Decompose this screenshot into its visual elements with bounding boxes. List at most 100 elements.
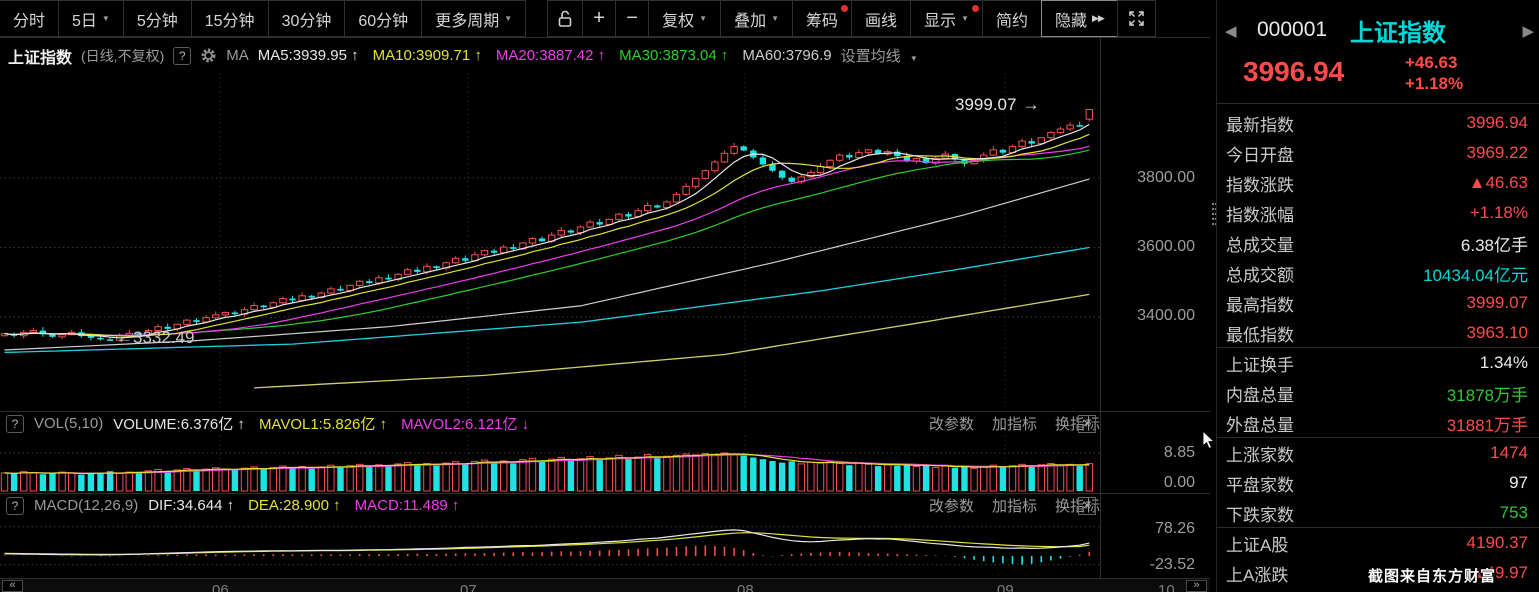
candlestick-chart[interactable] xyxy=(0,73,1100,411)
close-icon[interactable]: ✕ xyxy=(1078,497,1096,515)
quote-row: 最新指数3996.94 xyxy=(1217,108,1539,138)
low-price-annotation: ←3332.49 xyxy=(116,328,194,348)
quote-row: 最高指数3999.07 xyxy=(1217,288,1539,318)
chevron-down-icon: ▼ xyxy=(910,54,918,63)
ma-settings-button[interactable]: 设置均线 ▼ xyxy=(841,45,918,66)
quote-label: 上A涨跌 xyxy=(1226,561,1288,586)
tool-button-5[interactable]: 简约 xyxy=(982,0,1042,37)
zoom-out-button[interactable]: − xyxy=(615,0,649,37)
price-axis-tick: 3400.00 xyxy=(1100,307,1202,325)
quote-row: 总成交额10434.04亿元 xyxy=(1217,258,1539,288)
period-button-0[interactable]: 分时 xyxy=(0,0,59,37)
quote-label: 上证A股 xyxy=(1226,531,1288,556)
help-icon[interactable]: ? xyxy=(173,47,191,65)
stock-name: 上证指数 xyxy=(1350,13,1446,48)
chart-toolbar: 分时5日▼5分钟15分钟30分钟60分钟更多周期▼ + − 复权▼叠加▼筹码画线… xyxy=(0,0,1210,38)
x-axis-month-label: 09 xyxy=(997,582,1014,592)
tool-button-1[interactable]: 叠加▼ xyxy=(720,0,793,37)
price-axis-tick: 3800.00 xyxy=(1100,169,1202,187)
scroll-right-button[interactable]: » xyxy=(1186,580,1207,592)
volume-chart[interactable] xyxy=(0,435,1100,493)
quote-value: 97 xyxy=(1509,473,1528,493)
lock-icon[interactable] xyxy=(547,0,583,37)
volume-legend-1: MAVOL1:5.826亿 ↑ xyxy=(259,413,387,434)
chevron-down-icon: ▼ xyxy=(504,14,512,23)
prev-stock-button[interactable]: ◀ xyxy=(1225,22,1237,40)
quote-label: 外盘总量 xyxy=(1226,411,1294,436)
x-axis-month-label: 08 xyxy=(737,582,754,592)
quote-label: 内盘总量 xyxy=(1226,381,1294,406)
ma-legend-0: MA5:3939.95 ↑ xyxy=(258,47,359,64)
pane-action-0[interactable]: 改参数 xyxy=(929,413,974,434)
watermark: 截图来自东方财富 xyxy=(1368,565,1496,586)
quote-value: 31878万手 xyxy=(1447,381,1528,406)
period-button-1[interactable]: 5日▼ xyxy=(58,0,124,37)
quote-label: 平盘家数 xyxy=(1226,471,1294,496)
macd-legend-2: MACD:11.489 ↑ xyxy=(355,497,460,514)
pane-action-1[interactable]: 加指标 xyxy=(992,413,1037,434)
quote-value: 4190.37 xyxy=(1467,533,1528,553)
period-button-3[interactable]: 15分钟 xyxy=(191,0,269,37)
period-button-5[interactable]: 60分钟 xyxy=(344,0,422,37)
help-icon[interactable]: ? xyxy=(6,497,24,515)
quote-label: 指数涨幅 xyxy=(1226,201,1294,226)
help-icon[interactable]: ? xyxy=(6,415,24,433)
volume-axis-tick: 8.85 xyxy=(1100,444,1202,462)
tool-button-3[interactable]: 画线 xyxy=(851,0,911,37)
chart-scrollbar[interactable]: « » 06 07 08 09 10 xyxy=(0,579,1210,592)
chevron-down-icon: ▼ xyxy=(699,14,707,23)
tool-button-6[interactable]: 隐藏▶▶ xyxy=(1041,0,1118,37)
stock-terminal: 分时5日▼5分钟15分钟30分钟60分钟更多周期▼ + − 复权▼叠加▼筹码画线… xyxy=(0,0,1539,592)
right-arrow-icon: → xyxy=(1022,95,1039,115)
quote-value: 1.34% xyxy=(1480,353,1528,373)
quote-row: 内盘总量 31878万手 xyxy=(1217,378,1539,408)
period-button-6[interactable]: 更多周期▼ xyxy=(421,0,526,37)
price-axis-tick: 3600.00 xyxy=(1100,238,1202,256)
macd-legend-0: DIF:34.644 ↑ xyxy=(148,497,234,514)
pane-action-0[interactable]: 改参数 xyxy=(929,495,974,516)
macd-indicator-header: ? MACD(12,26,9) DIF:34.644 ↑DEA:28.900 ↑… xyxy=(0,495,1208,516)
chart-title: 上证指数 xyxy=(8,44,72,68)
gear-icon[interactable] xyxy=(200,47,217,64)
quote-value: 31881万手 xyxy=(1447,411,1528,436)
quote-value: 3969.22 xyxy=(1467,143,1528,163)
price-change: +46.63 +1.18% xyxy=(1405,52,1463,94)
chevron-down-icon: ▼ xyxy=(102,14,110,23)
close-icon[interactable]: ✕ xyxy=(1078,415,1096,433)
quote-label: 今日开盘 xyxy=(1226,141,1294,166)
quote-row: 上证换手1.34% xyxy=(1217,348,1539,378)
quote-value: 3996.94 xyxy=(1467,113,1528,133)
tool-button-0[interactable]: 复权▼ xyxy=(648,0,721,37)
period-button-2[interactable]: 5分钟 xyxy=(123,0,192,37)
macd-indicator-name: MACD(12,26,9) xyxy=(34,497,138,514)
notification-dot xyxy=(972,5,979,12)
next-stock-button[interactable]: ▶ xyxy=(1522,22,1534,40)
chart-subtitle: (日线,不复权) xyxy=(81,46,164,66)
tool-button-2[interactable]: 筹码 xyxy=(792,0,852,37)
divider-grip-handle[interactable] xyxy=(1212,203,1214,205)
quote-row: 最低指数3963.10 xyxy=(1217,318,1539,348)
ma-group-label: MA xyxy=(226,47,249,64)
expand-arrows-glyph xyxy=(1127,9,1146,28)
x-axis-month-label: 10 xyxy=(1158,582,1175,592)
macd-chart[interactable] xyxy=(0,517,1100,577)
quote-label: 下跌家数 xyxy=(1226,501,1294,526)
quote-row: 平盘家数 97 xyxy=(1217,468,1539,498)
quote-value: ▲46.63 xyxy=(1469,173,1528,193)
scroll-left-button[interactable]: « xyxy=(2,580,23,592)
quote-header: ◀ 000001 上证指数 ▶ 3996.94 +46.63 +1.18% xyxy=(1217,8,1539,103)
quote-label: 上涨家数 xyxy=(1226,441,1294,466)
tool-button-4[interactable]: 显示▼ xyxy=(910,0,983,37)
fullscreen-icon[interactable] xyxy=(1117,0,1156,37)
x-axis-month-label: 06 xyxy=(212,582,229,592)
ma-legend-3: MA30:3873.04 ↑ xyxy=(619,47,728,64)
quote-value: 6.38亿手 xyxy=(1461,231,1528,256)
quote-label: 总成交额 xyxy=(1226,261,1294,286)
volume-legend-2: MAVOL2:6.121亿 ↓ xyxy=(401,413,529,434)
period-button-4[interactable]: 30分钟 xyxy=(268,0,346,37)
volume-axis-tick: 0.00 xyxy=(1100,474,1202,492)
x-axis-month-label: 07 xyxy=(460,582,477,592)
zoom-in-button[interactable]: + xyxy=(582,0,616,37)
pane-action-1[interactable]: 加指标 xyxy=(992,495,1037,516)
quote-row: 上证A股 4190.37 xyxy=(1217,528,1539,558)
